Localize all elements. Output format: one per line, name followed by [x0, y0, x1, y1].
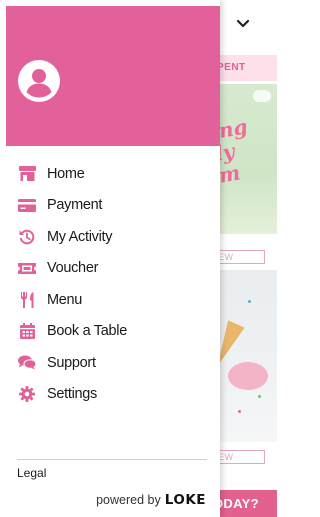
navigation-drawer: Home Payment My Activity Voucher Menu Bo… — [0, 0, 220, 517]
menu-item-label: Settings — [47, 386, 97, 403]
menu-item-menu[interactable]: Menu — [0, 284, 220, 316]
gear-icon — [17, 386, 37, 403]
history-icon — [17, 229, 37, 245]
powered-by: powered by LOKE — [96, 492, 206, 508]
chevron-down-icon[interactable] — [235, 16, 251, 32]
menu-item-voucher[interactable]: Voucher — [0, 253, 220, 285]
promo-logo — [253, 90, 271, 102]
avatar-icon[interactable] — [18, 60, 60, 102]
menu-item-payment[interactable]: Payment — [0, 190, 220, 222]
menu-item-label: Voucher — [47, 260, 99, 277]
menu-item-label: Support — [47, 354, 96, 371]
sprinkle — [258, 395, 261, 398]
sprinkle — [238, 410, 241, 413]
loke-logo: LOKE — [164, 492, 206, 508]
menu-item-settings[interactable]: Settings — [0, 379, 220, 411]
menu-item-label: My Activity — [47, 228, 113, 245]
legal-link[interactable]: Legal — [17, 466, 46, 480]
menu-item-book-a-table[interactable]: Book a Table — [0, 316, 220, 348]
drawer-header — [6, 6, 220, 146]
menu-item-my-activity[interactable]: My Activity — [0, 221, 220, 253]
utensils-icon — [17, 291, 37, 308]
credit-card-icon — [17, 197, 37, 213]
chat-bubbles-icon — [17, 355, 37, 371]
drawer-menu: Home Payment My Activity Voucher Menu Bo… — [0, 158, 220, 410]
sprinkle — [248, 300, 251, 303]
menu-item-label: Payment — [47, 197, 103, 214]
menu-item-label: Menu — [47, 291, 83, 308]
ticket-icon — [17, 260, 37, 276]
store-icon — [17, 166, 37, 182]
menu-item-label: Home — [47, 165, 85, 182]
menu-item-label: Book a Table — [47, 323, 127, 340]
powered-by-text: powered by — [96, 493, 161, 507]
menu-item-home[interactable]: Home — [0, 158, 220, 190]
ice-cream-scoop — [228, 362, 268, 390]
calendar-icon — [17, 323, 37, 340]
menu-item-support[interactable]: Support — [0, 347, 220, 379]
drawer-divider — [17, 459, 207, 460]
